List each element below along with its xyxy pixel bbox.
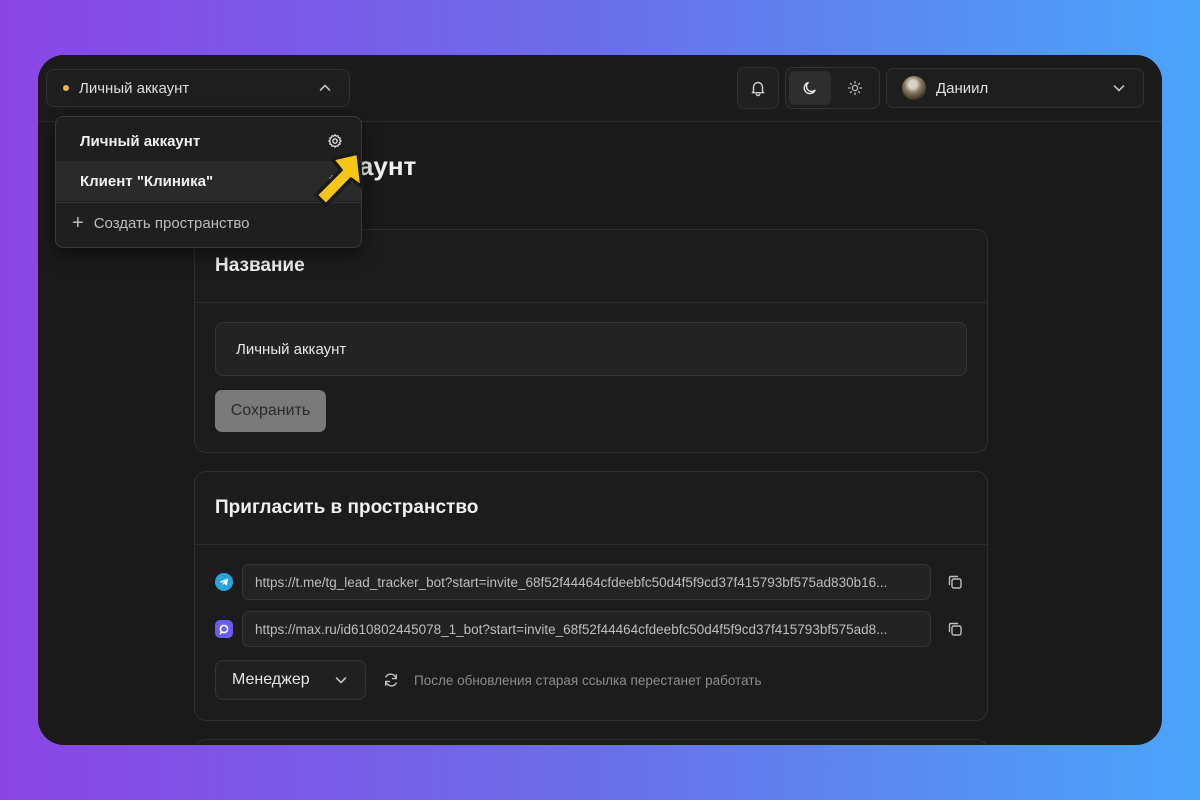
app-window: Личный аккаунт Даниил Личный аккаунт 6 Н… [38,55,1162,745]
next-card [194,739,988,745]
theme-toggle [785,67,880,109]
role-select-value: Менеджер [232,671,310,688]
active-space-dot [63,85,69,91]
user-menu[interactable]: Даниил [886,68,1144,108]
space-switcher[interactable]: Личный аккаунт [46,69,350,107]
notifications-button[interactable] [737,67,779,109]
max-invite-link[interactable]: https://max.ru/id610802445078_1_bot?star… [242,611,931,647]
chevron-up-icon [319,84,331,91]
pointer-arrow-icon [314,151,364,207]
dark-theme-button[interactable] [789,71,831,105]
invite-card: Пригласить в пространство https://t.me/t… [194,471,988,721]
top-bar: Личный аккаунт Даниил [38,55,1162,122]
max-messenger-icon [215,620,233,638]
copy-icon[interactable] [946,573,964,591]
copy-icon[interactable] [946,620,964,638]
plus-icon: + [72,212,84,234]
role-select[interactable]: Менеджер [215,660,366,700]
chevron-down-icon [335,677,347,684]
role-row: Менеджер После обновления старая ссылка … [215,660,762,700]
dropdown-item-label: Клиент "Клиника" [80,172,214,190]
save-button[interactable]: Сохранить [215,390,326,432]
create-space-button[interactable]: + Создать пространство [72,213,250,233]
invite-card-title: Пригласить в пространство [195,472,987,545]
chevron-down-icon [1113,85,1125,92]
telegram-icon [215,573,233,591]
moon-icon [803,81,816,95]
create-space-label: Создать пространство [93,214,250,232]
refresh-note: После обновления старая ссылка перестане… [414,672,762,688]
invite-link-row: https://t.me/tg_lead_tracker_bot?start=i… [215,564,967,600]
bell-icon [751,81,765,97]
space-name-input[interactable]: Личный аккаунт [215,322,967,376]
refresh-icon[interactable] [382,671,400,689]
max-invite-url: https://max.ru/id610802445078_1_bot?star… [255,621,888,637]
sun-icon [848,80,863,96]
user-name: Даниил [936,79,989,97]
avatar [902,76,926,100]
invite-link-row: https://max.ru/id610802445078_1_bot?star… [215,611,967,647]
space-switcher-label: Личный аккаунт [79,79,190,97]
telegram-invite-url: https://t.me/tg_lead_tracker_bot?start=i… [255,574,888,590]
telegram-invite-link[interactable]: https://t.me/tg_lead_tracker_bot?start=i… [242,564,931,600]
name-card: Название Личный аккаунт Сохранить [194,229,988,453]
light-theme-button[interactable] [835,71,877,105]
dropdown-item-label: Личный аккаунт [80,132,201,150]
